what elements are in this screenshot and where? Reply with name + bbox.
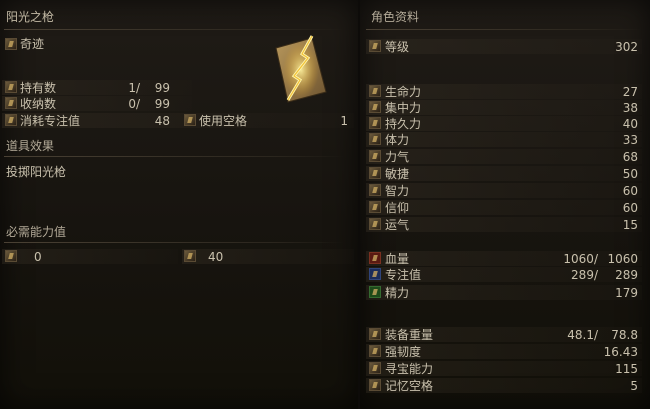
item-name: 阳光之枪 bbox=[6, 10, 55, 24]
storage-value: 0/ bbox=[128, 97, 140, 111]
equip-load-icon bbox=[369, 328, 381, 340]
stamina-value: 179 bbox=[615, 286, 638, 300]
intelligence-value: 60 bbox=[622, 184, 638, 198]
poise-icon bbox=[369, 345, 381, 357]
fp-icon bbox=[369, 268, 381, 280]
level-icon bbox=[369, 40, 381, 52]
slots-label: 使用空格 bbox=[199, 114, 248, 128]
faith-value: 60 bbox=[622, 201, 638, 215]
dexterity-icon bbox=[369, 167, 381, 179]
slots-value: 1 bbox=[340, 114, 348, 128]
fp-label: 专注值 bbox=[385, 268, 422, 282]
fp-cost-value: 48 bbox=[154, 114, 170, 128]
item-category: 奇迹 bbox=[20, 37, 45, 51]
held-label: 持有数 bbox=[20, 81, 57, 95]
endurance-label: 持久力 bbox=[385, 117, 422, 131]
divider bbox=[366, 29, 642, 30]
item-discovery-label: 寻宝能力 bbox=[385, 362, 434, 376]
item-discovery-icon bbox=[369, 362, 381, 374]
equip-load-label: 装备重量 bbox=[385, 328, 434, 342]
requirements-header: 必需能力值 bbox=[6, 225, 67, 239]
attunement-label: 集中力 bbox=[385, 101, 422, 115]
attunement-value: 38 bbox=[622, 101, 638, 115]
dexterity-label: 敏捷 bbox=[385, 167, 410, 181]
divider bbox=[4, 156, 344, 157]
stamina-label: 精力 bbox=[385, 286, 410, 300]
attunement-slots-label: 记忆空格 bbox=[385, 379, 434, 393]
req-faith-value: 40 bbox=[208, 250, 224, 264]
equip-load-max: 78.8 bbox=[611, 328, 638, 342]
endurance-icon bbox=[369, 117, 381, 129]
miracle-category-icon bbox=[5, 38, 17, 50]
vitality-value: 33 bbox=[622, 133, 638, 147]
req-intelligence-value: 0 bbox=[34, 250, 42, 264]
strength-value: 68 bbox=[622, 150, 638, 164]
dexterity-value: 50 bbox=[622, 167, 638, 181]
hp-max: 1060 bbox=[607, 252, 638, 266]
vigor-icon bbox=[369, 85, 381, 97]
level-value: 302 bbox=[615, 40, 638, 54]
item-discovery-value: 115 bbox=[615, 362, 638, 376]
effect-text: 投掷阳光枪 bbox=[6, 165, 67, 179]
held-count-icon bbox=[5, 81, 17, 93]
effect-header: 道具效果 bbox=[6, 139, 55, 153]
divider bbox=[4, 242, 344, 243]
vigor-label: 生命力 bbox=[385, 85, 422, 99]
hp-current: 1060/ bbox=[563, 252, 598, 266]
row-bg bbox=[2, 249, 178, 264]
sunlight-spear-item-icon bbox=[275, 35, 327, 103]
attunement-slots-icon bbox=[369, 379, 381, 391]
fp-current: 289/ bbox=[571, 268, 598, 282]
hp-label: 血量 bbox=[385, 252, 410, 266]
endurance-value: 40 bbox=[622, 117, 638, 131]
fp-cost-icon bbox=[5, 114, 17, 126]
level-label: 等级 bbox=[385, 40, 410, 54]
stats-header: 角色资料 bbox=[371, 10, 420, 24]
equip-load-current: 48.1/ bbox=[567, 328, 598, 342]
faith-req-icon bbox=[184, 250, 196, 262]
storage-label: 收纳数 bbox=[20, 97, 57, 111]
luck-value: 15 bbox=[622, 218, 638, 232]
storage-max: 99 bbox=[154, 97, 170, 111]
intelligence-label: 智力 bbox=[385, 184, 410, 198]
faith-label: 信仰 bbox=[385, 201, 410, 215]
fp-max: 289 bbox=[615, 268, 638, 282]
intelligence-req-icon bbox=[5, 250, 17, 262]
slot-icon bbox=[184, 114, 196, 126]
poise-value: 16.43 bbox=[603, 345, 638, 359]
storage-count-icon bbox=[5, 97, 17, 109]
vigor-value: 27 bbox=[622, 85, 638, 99]
fp-cost-label: 消耗专注值 bbox=[20, 114, 81, 128]
luck-icon bbox=[369, 218, 381, 230]
attunement-icon bbox=[369, 101, 381, 113]
strength-icon bbox=[369, 150, 381, 162]
divider bbox=[4, 29, 344, 30]
attunement-slots-value: 5 bbox=[630, 379, 638, 393]
held-max: 99 bbox=[154, 81, 170, 95]
faith-icon bbox=[369, 201, 381, 213]
hp-icon bbox=[369, 252, 381, 264]
vitality-label: 体力 bbox=[385, 133, 410, 147]
held-value: 1/ bbox=[128, 81, 140, 95]
intelligence-icon bbox=[369, 184, 381, 196]
poise-label: 强韧度 bbox=[385, 345, 422, 359]
vitality-icon bbox=[369, 133, 381, 145]
strength-label: 力气 bbox=[385, 150, 410, 164]
luck-label: 运气 bbox=[385, 218, 410, 232]
stamina-icon bbox=[369, 286, 381, 298]
